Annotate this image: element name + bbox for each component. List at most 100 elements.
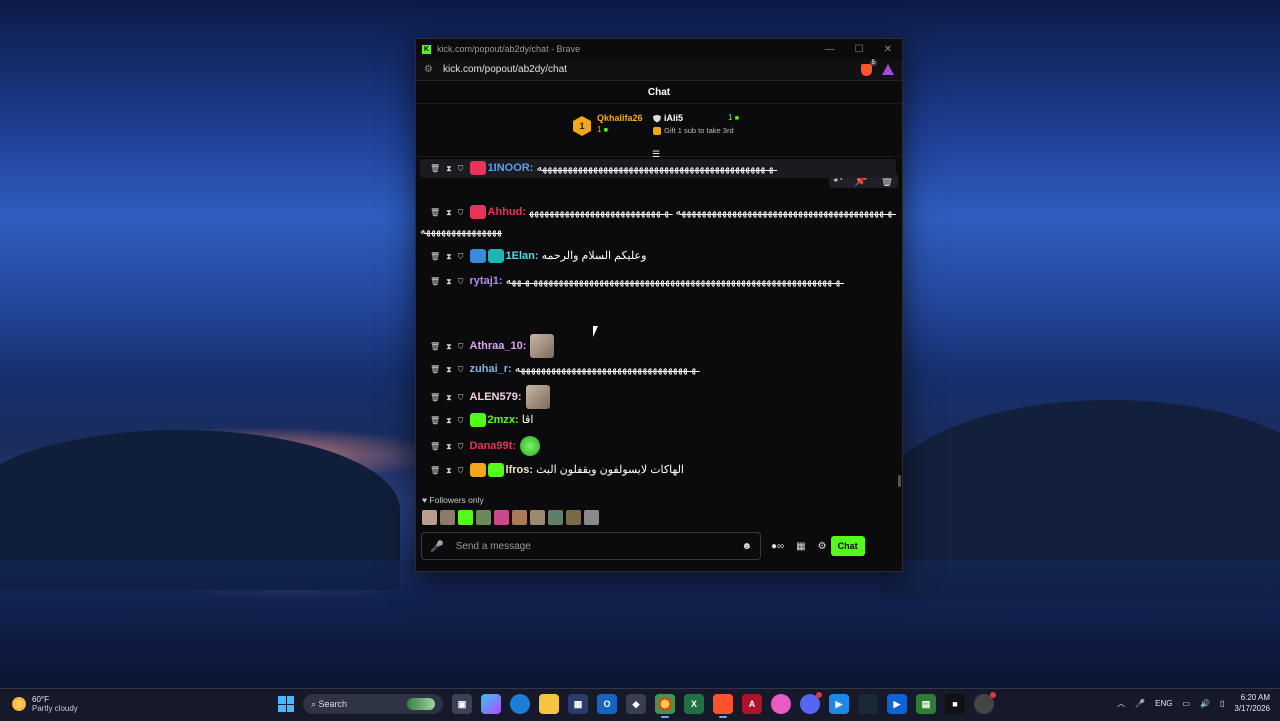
chat-message[interactable]: 🗑⧗⛉rytaj1: ـهـهههههههههههههههههههههههههه…	[420, 272, 896, 291]
user-badge-icon	[487, 463, 504, 478]
chat-username[interactable]: 1Elan:	[506, 250, 539, 262]
volume-icon[interactable]: 🔊	[1200, 699, 1210, 708]
chevron-up-icon[interactable]: ︿	[1117, 698, 1125, 709]
leader-second-name[interactable]: iAli5	[664, 113, 683, 123]
clock-date: 3/17/2026	[1234, 704, 1270, 713]
mod-actions-icon[interactable]: 🗑⧗⛉	[430, 466, 470, 475]
emoji-icon[interactable]: ☻	[741, 541, 752, 552]
start-icon[interactable]	[278, 696, 294, 712]
store-app-icon[interactable]: ▦	[568, 694, 588, 714]
brave-shields-icon[interactable]: 5	[861, 59, 877, 76]
outlook-icon[interactable]: O	[597, 694, 617, 714]
message-input[interactable]: 🎤 Send a message ☻	[421, 532, 761, 560]
emote-thumb[interactable]	[440, 510, 455, 525]
weather-widget[interactable]: 60°F Partly cloudy	[12, 695, 78, 713]
maximize-button[interactable]: ☐	[855, 44, 864, 55]
clock[interactable]: 6:20 AM 3/17/2026	[1234, 692, 1270, 714]
app-icon[interactable]	[771, 694, 791, 714]
chat-message[interactable]: 🗑⧗⛉ Ahhud: ـهـههههههههههههههههههههههههههه…	[420, 203, 896, 241]
mod-actions-icon[interactable]: 🗑⧗⛉	[430, 416, 470, 425]
weather-desc: Partly cloudy	[32, 704, 78, 713]
mod-actions-icon[interactable]: 🗑⧗⛉	[430, 252, 470, 261]
emote-thumb[interactable]	[494, 510, 509, 525]
taskbar-search[interactable]: ⌕ Search	[303, 694, 443, 714]
chat-scrollbar[interactable]	[898, 475, 901, 487]
edge-icon[interactable]	[510, 694, 530, 714]
emote-thumb[interactable]	[458, 510, 473, 525]
chat-message[interactable]: 🗑⧗⛉Dana99t:	[420, 436, 896, 456]
mod-actions-icon[interactable]: 🗑⧗⛉	[430, 365, 470, 374]
chat-username[interactable]: Dana99t:	[470, 440, 516, 452]
emote-icon	[525, 385, 550, 409]
brave-rewards-icon[interactable]	[882, 64, 894, 75]
chat-username[interactable]: zuhai_r:	[470, 363, 512, 375]
microphone-icon[interactable]: 🎤	[430, 540, 444, 553]
app-icon[interactable]: A	[742, 694, 762, 714]
emote-thumb[interactable]	[530, 510, 545, 525]
chat-username[interactable]: lfros:	[506, 464, 534, 476]
emote-thumb[interactable]	[584, 510, 599, 525]
battery-icon[interactable]: ▯	[1220, 699, 1224, 708]
discord-icon[interactable]	[800, 692, 822, 714]
microphone-tray-icon[interactable]: 🎤	[1135, 699, 1145, 708]
emote-thumb[interactable]	[566, 510, 581, 525]
emote-thumb[interactable]	[512, 510, 527, 525]
mod-actions-icon[interactable]: 🗑⧗⛉	[430, 164, 470, 173]
mod-actions-icon[interactable]: 🗑⧗⛉	[430, 393, 470, 402]
store-icon[interactable]: ▦	[796, 541, 805, 552]
settings-icon[interactable]: ⚙	[818, 541, 827, 552]
chat-message[interactable]: 🗑⧗⛉ 1Elan: وعليكم السلام والرحمه	[420, 247, 896, 266]
url-text[interactable]: kick.com/popout/ab2dy/chat	[443, 64, 567, 75]
network-icon[interactable]: ▭	[1182, 699, 1190, 708]
chat-username[interactable]: Athraa_10:	[470, 340, 527, 352]
title-bar[interactable]: K kick.com/popout/ab2dy/chat - Brave — ☐…	[416, 39, 902, 59]
chat-message-text: اڤا	[518, 414, 534, 426]
browser-window[interactable]: K kick.com/popout/ab2dy/chat - Brave — ☐…	[415, 38, 903, 572]
file-explorer-icon[interactable]	[539, 694, 559, 714]
gift-leaderboard: 1 Qkhalifa26 1 ■ iAli5 1 ■ Gift 1 sub to…	[416, 104, 902, 159]
chat-message[interactable]: 🗑⧗⛉ lfros: الهاكات لايسولفون ويقفلون البث	[420, 461, 896, 480]
minimize-button[interactable]: —	[825, 44, 835, 55]
address-bar[interactable]: ⚙ kick.com/popout/ab2dy/chat 5	[416, 59, 902, 81]
app-icon[interactable]: ▶	[829, 694, 849, 714]
app-icon[interactable]: ▶	[887, 694, 907, 714]
app-icon[interactable]: ▤	[916, 694, 936, 714]
chat-username[interactable]: 2mzx:	[488, 414, 519, 426]
mod-actions-icon[interactable]: 🗑⧗⛉	[430, 442, 470, 451]
mod-actions-icon[interactable]: 🗑⧗⛉	[430, 277, 470, 286]
chat-messages[interactable]: ↶ 📌 🗑 🗑⧗⛉ 1INOOR: ـهـهههههههههههههههههههه…	[416, 155, 902, 495]
mod-actions-icon[interactable]: 🗑⧗⛉	[430, 342, 470, 351]
send-chat-button[interactable]: Chat	[830, 536, 865, 556]
close-button[interactable]: ✕	[884, 44, 892, 55]
chat-message[interactable]: 🗑⧗⛉ 2mzx: اڤا	[420, 411, 896, 430]
mod-actions-icon[interactable]: 🗑⧗⛉	[430, 208, 470, 217]
excel-icon[interactable]: X	[684, 694, 704, 714]
chat-message[interactable]: 🗑⧗⛉zuhai_r: ـهـههههههههههههههههههههههههه…	[420, 360, 896, 379]
emote-thumb[interactable]	[476, 510, 491, 525]
chat-message[interactable]: 🗑⧗⛉ 1INOOR: ـهـهههههههههههههههههههههههههه…	[420, 159, 896, 178]
chat-username[interactable]: Ahhud:	[488, 206, 526, 218]
user-badge-icon	[487, 249, 504, 264]
emote-thumb[interactable]	[422, 510, 437, 525]
chat-message[interactable]: 🗑⧗⛉ALEN579:	[420, 385, 896, 409]
emote-thumb[interactable]	[548, 510, 563, 525]
steam-icon[interactable]	[858, 694, 878, 714]
app-icon[interactable]	[974, 692, 996, 714]
site-info-icon[interactable]: ⚙	[424, 64, 433, 75]
chat-username[interactable]: ALEN579:	[470, 391, 522, 403]
leader-first-name[interactable]: Qkhalifa26	[597, 113, 643, 123]
app-icon[interactable]: ◆	[626, 694, 646, 714]
emote-bar[interactable]	[422, 510, 599, 525]
language-indicator[interactable]: ENG	[1155, 699, 1172, 708]
copilot-icon[interactable]	[481, 694, 501, 714]
task-view-icon[interactable]: ▣	[452, 694, 472, 714]
chat-username[interactable]: rytaj1:	[470, 275, 503, 287]
brave-icon[interactable]	[713, 694, 733, 718]
capcut-icon[interactable]: ■	[945, 694, 965, 714]
chrome-icon[interactable]	[655, 694, 675, 718]
shield-icon	[653, 114, 661, 123]
chat-message[interactable]: 🗑⧗⛉Athraa_10:	[420, 334, 896, 358]
chat-username[interactable]: 1INOOR:	[488, 162, 534, 174]
gift-icon: ■	[603, 127, 608, 134]
kicks-icon[interactable]: ●∞	[771, 541, 784, 552]
